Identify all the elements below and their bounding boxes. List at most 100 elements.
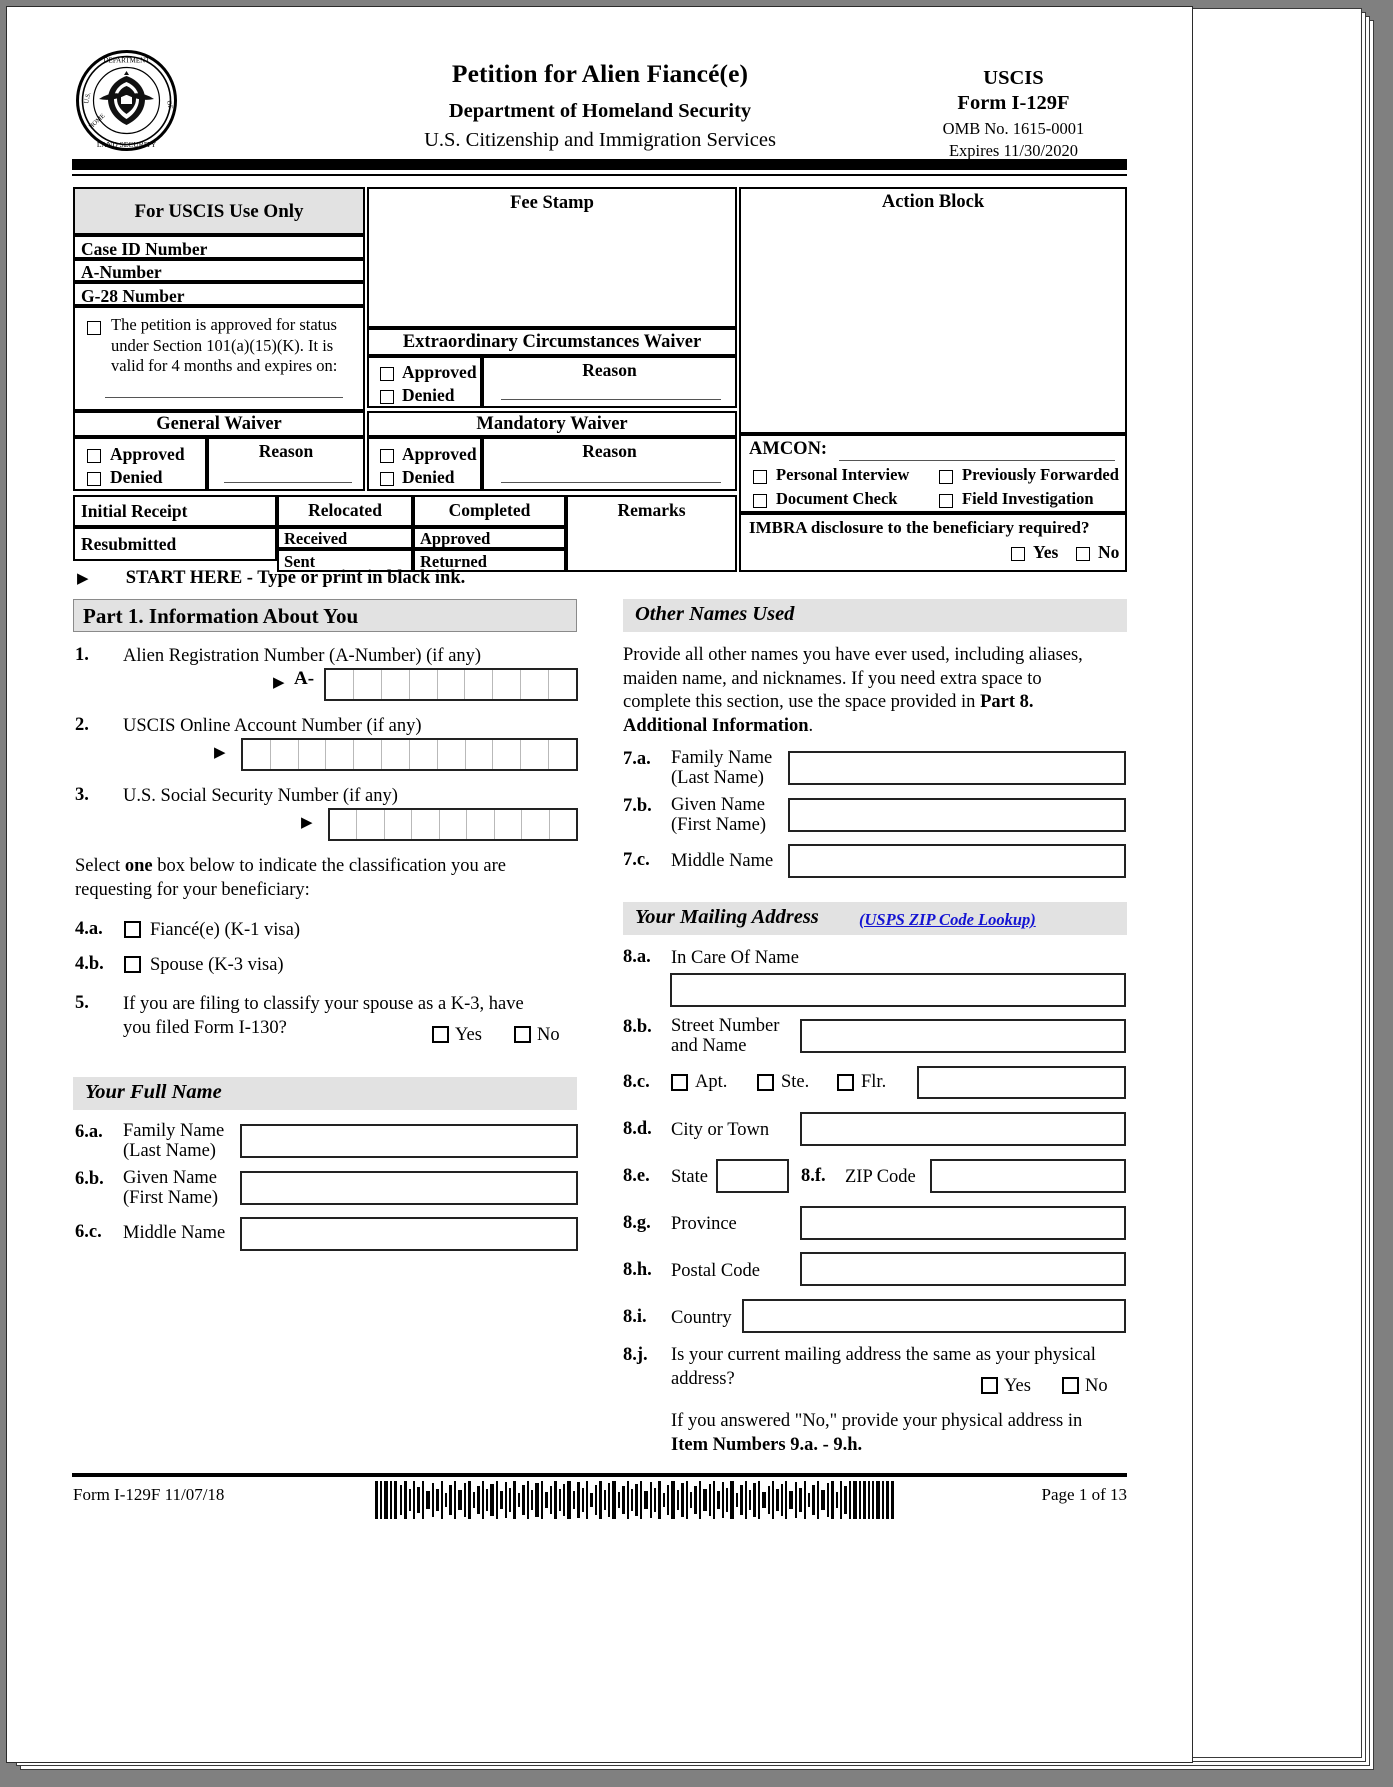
spouse-k3-checkbox[interactable] [124, 956, 141, 973]
uscis-use-only-heading-box: For USCIS Use Only [73, 187, 365, 235]
a-number-input[interactable] [324, 668, 578, 701]
apt-ste-flr-number-input[interactable] [917, 1066, 1126, 1099]
item-5-yes-label: Yes [455, 1025, 482, 1045]
ste-checkbox[interactable] [757, 1074, 774, 1091]
extraordinary-approved-label: Approved [402, 362, 477, 382]
omb-number: OMB No. 1615-0001 [942, 119, 1085, 138]
initial-receipt-cell[interactable]: Initial Receipt [73, 495, 277, 527]
document-check-label: Document Check [776, 489, 898, 508]
fiance-k1-checkbox[interactable] [124, 921, 141, 938]
item-7b-label: Given Name (First Name) [671, 795, 767, 835]
other-names-instructions: Provide all other names you have ever us… [623, 645, 1083, 736]
remarks-cell[interactable]: Remarks [566, 495, 737, 572]
postal-code-input[interactable] [800, 1252, 1126, 1286]
header-rule-thick [72, 159, 1127, 170]
apt-label: Apt. [695, 1072, 728, 1092]
state-input[interactable] [716, 1159, 789, 1193]
svg-text:DEPARTMENT: DEPARTMENT [104, 57, 151, 65]
expiry-date-line[interactable] [105, 396, 343, 398]
item-2-number: 2. [75, 715, 89, 735]
mandatory-denied-checkbox[interactable] [380, 472, 394, 486]
amcon-input-line[interactable] [839, 459, 1115, 461]
completed-approved-cell[interactable]: Approved [413, 527, 566, 549]
general-approved-checkbox[interactable] [87, 449, 101, 463]
other-family-name-input[interactable] [788, 751, 1126, 785]
mandatory-approved-checkbox[interactable] [380, 449, 394, 463]
given-name-input[interactable] [240, 1171, 578, 1205]
extraordinary-reason-line[interactable] [501, 398, 721, 400]
imbra-no-checkbox[interactable] [1076, 547, 1090, 561]
general-reason-line[interactable] [224, 481, 352, 483]
full-name-heading: Your Full Name [85, 1081, 222, 1103]
family-name-input[interactable] [240, 1124, 578, 1158]
item-7c-number: 7.c. [623, 850, 650, 870]
other-middle-name-input[interactable] [788, 844, 1126, 878]
select-one-instruction: Select one box below to indicate the cla… [75, 855, 575, 902]
item-4a-label: Fiancé(e) (K-1 visa) [150, 920, 300, 940]
item-8j-yes-checkbox[interactable] [981, 1377, 998, 1394]
street-number-and-name-input[interactable] [800, 1019, 1126, 1053]
imbra-yes-checkbox[interactable] [1011, 547, 1025, 561]
item-8i-label: Country [671, 1308, 732, 1328]
item-8f-number: 8.f. [801, 1166, 826, 1186]
item-8g-label: Province [671, 1214, 737, 1234]
uscis-online-account-number-input[interactable] [241, 738, 578, 771]
relocated-received-cell[interactable]: Received [277, 527, 413, 549]
item-8b-label: Street Number and Name [671, 1016, 780, 1056]
city-or-town-input[interactable] [800, 1112, 1126, 1146]
case-id-number-row[interactable]: Case ID Number [73, 235, 365, 259]
item-1-label: Alien Registration Number (A-Number) (if… [123, 646, 482, 666]
item-5-no-checkbox[interactable] [514, 1026, 531, 1043]
header-rule-thin [72, 174, 1127, 176]
item-8g-number: 8.g. [623, 1213, 651, 1233]
item-8f-label: ZIP Code [845, 1167, 916, 1187]
imbra-no-label: No [1098, 542, 1120, 562]
in-care-of-name-input[interactable] [670, 973, 1126, 1007]
item-8e-label: State [671, 1167, 708, 1187]
extraordinary-denied-checkbox[interactable] [380, 390, 394, 404]
item-5-line2: you filed Form I-130? [123, 1017, 287, 1038]
mandatory-approved-label: Approved [402, 444, 477, 464]
flr-checkbox[interactable] [837, 1074, 854, 1091]
previously-forwarded-checkbox[interactable] [939, 470, 953, 484]
personal-interview-checkbox[interactable] [753, 470, 767, 484]
g28-number-row[interactable]: G-28 Number [73, 282, 365, 306]
middle-name-input[interactable] [240, 1217, 578, 1251]
mandatory-reason-line[interactable] [501, 481, 721, 483]
item-8i-number: 8.i. [623, 1307, 647, 1327]
field-investigation-checkbox[interactable] [939, 494, 953, 508]
item-6b-number: 6.b. [75, 1169, 104, 1189]
item-2-arrow-icon: ▶ [214, 745, 226, 761]
item-6c-label: Middle Name [123, 1223, 226, 1243]
completed-header-cell: Completed [413, 495, 566, 527]
petition-approved-checkbox[interactable] [87, 321, 101, 335]
country-input[interactable] [742, 1299, 1126, 1333]
general-waiver-header: General Waiver [73, 411, 365, 437]
general-reason-label: Reason [258, 441, 314, 461]
apt-checkbox[interactable] [671, 1074, 688, 1091]
zip-code-input[interactable] [930, 1159, 1126, 1193]
other-given-name-input[interactable] [788, 798, 1126, 832]
ssn-input[interactable] [328, 808, 578, 841]
general-denied-label: Denied [110, 467, 163, 487]
item-2-label: USCIS Online Account Number (if any) [123, 716, 422, 736]
svg-text:LAND SECURITY: LAND SECURITY [97, 140, 157, 149]
item-5-yes-checkbox[interactable] [432, 1026, 449, 1043]
resubmitted-cell[interactable]: Resubmitted [73, 527, 277, 561]
barcode [375, 1481, 895, 1519]
start-here-arrow-icon: ▶ [77, 571, 89, 587]
usps-zip-lookup-link[interactable]: (USPS ZIP Code Lookup) [859, 910, 1036, 930]
a-number-row[interactable]: A-Number [73, 259, 365, 282]
flr-label: Flr. [861, 1072, 887, 1092]
item-6b-label: Given Name (First Name) [123, 1168, 219, 1208]
part1-heading-bar: Part 1. Information About You [73, 599, 577, 632]
province-input[interactable] [800, 1206, 1126, 1240]
document-check-checkbox[interactable] [753, 494, 767, 508]
approval-text-line2: under Section 101(a)(15)(K). It is [111, 335, 334, 355]
item-8j-no-label: No [1085, 1376, 1108, 1396]
item-8j-no-checkbox[interactable] [1062, 1377, 1079, 1394]
extraordinary-approved-checkbox[interactable] [380, 367, 394, 381]
extraordinary-denied-label: Denied [402, 385, 455, 405]
item-7a-label: Family Name (Last Name) [671, 748, 773, 788]
general-denied-checkbox[interactable] [87, 472, 101, 486]
